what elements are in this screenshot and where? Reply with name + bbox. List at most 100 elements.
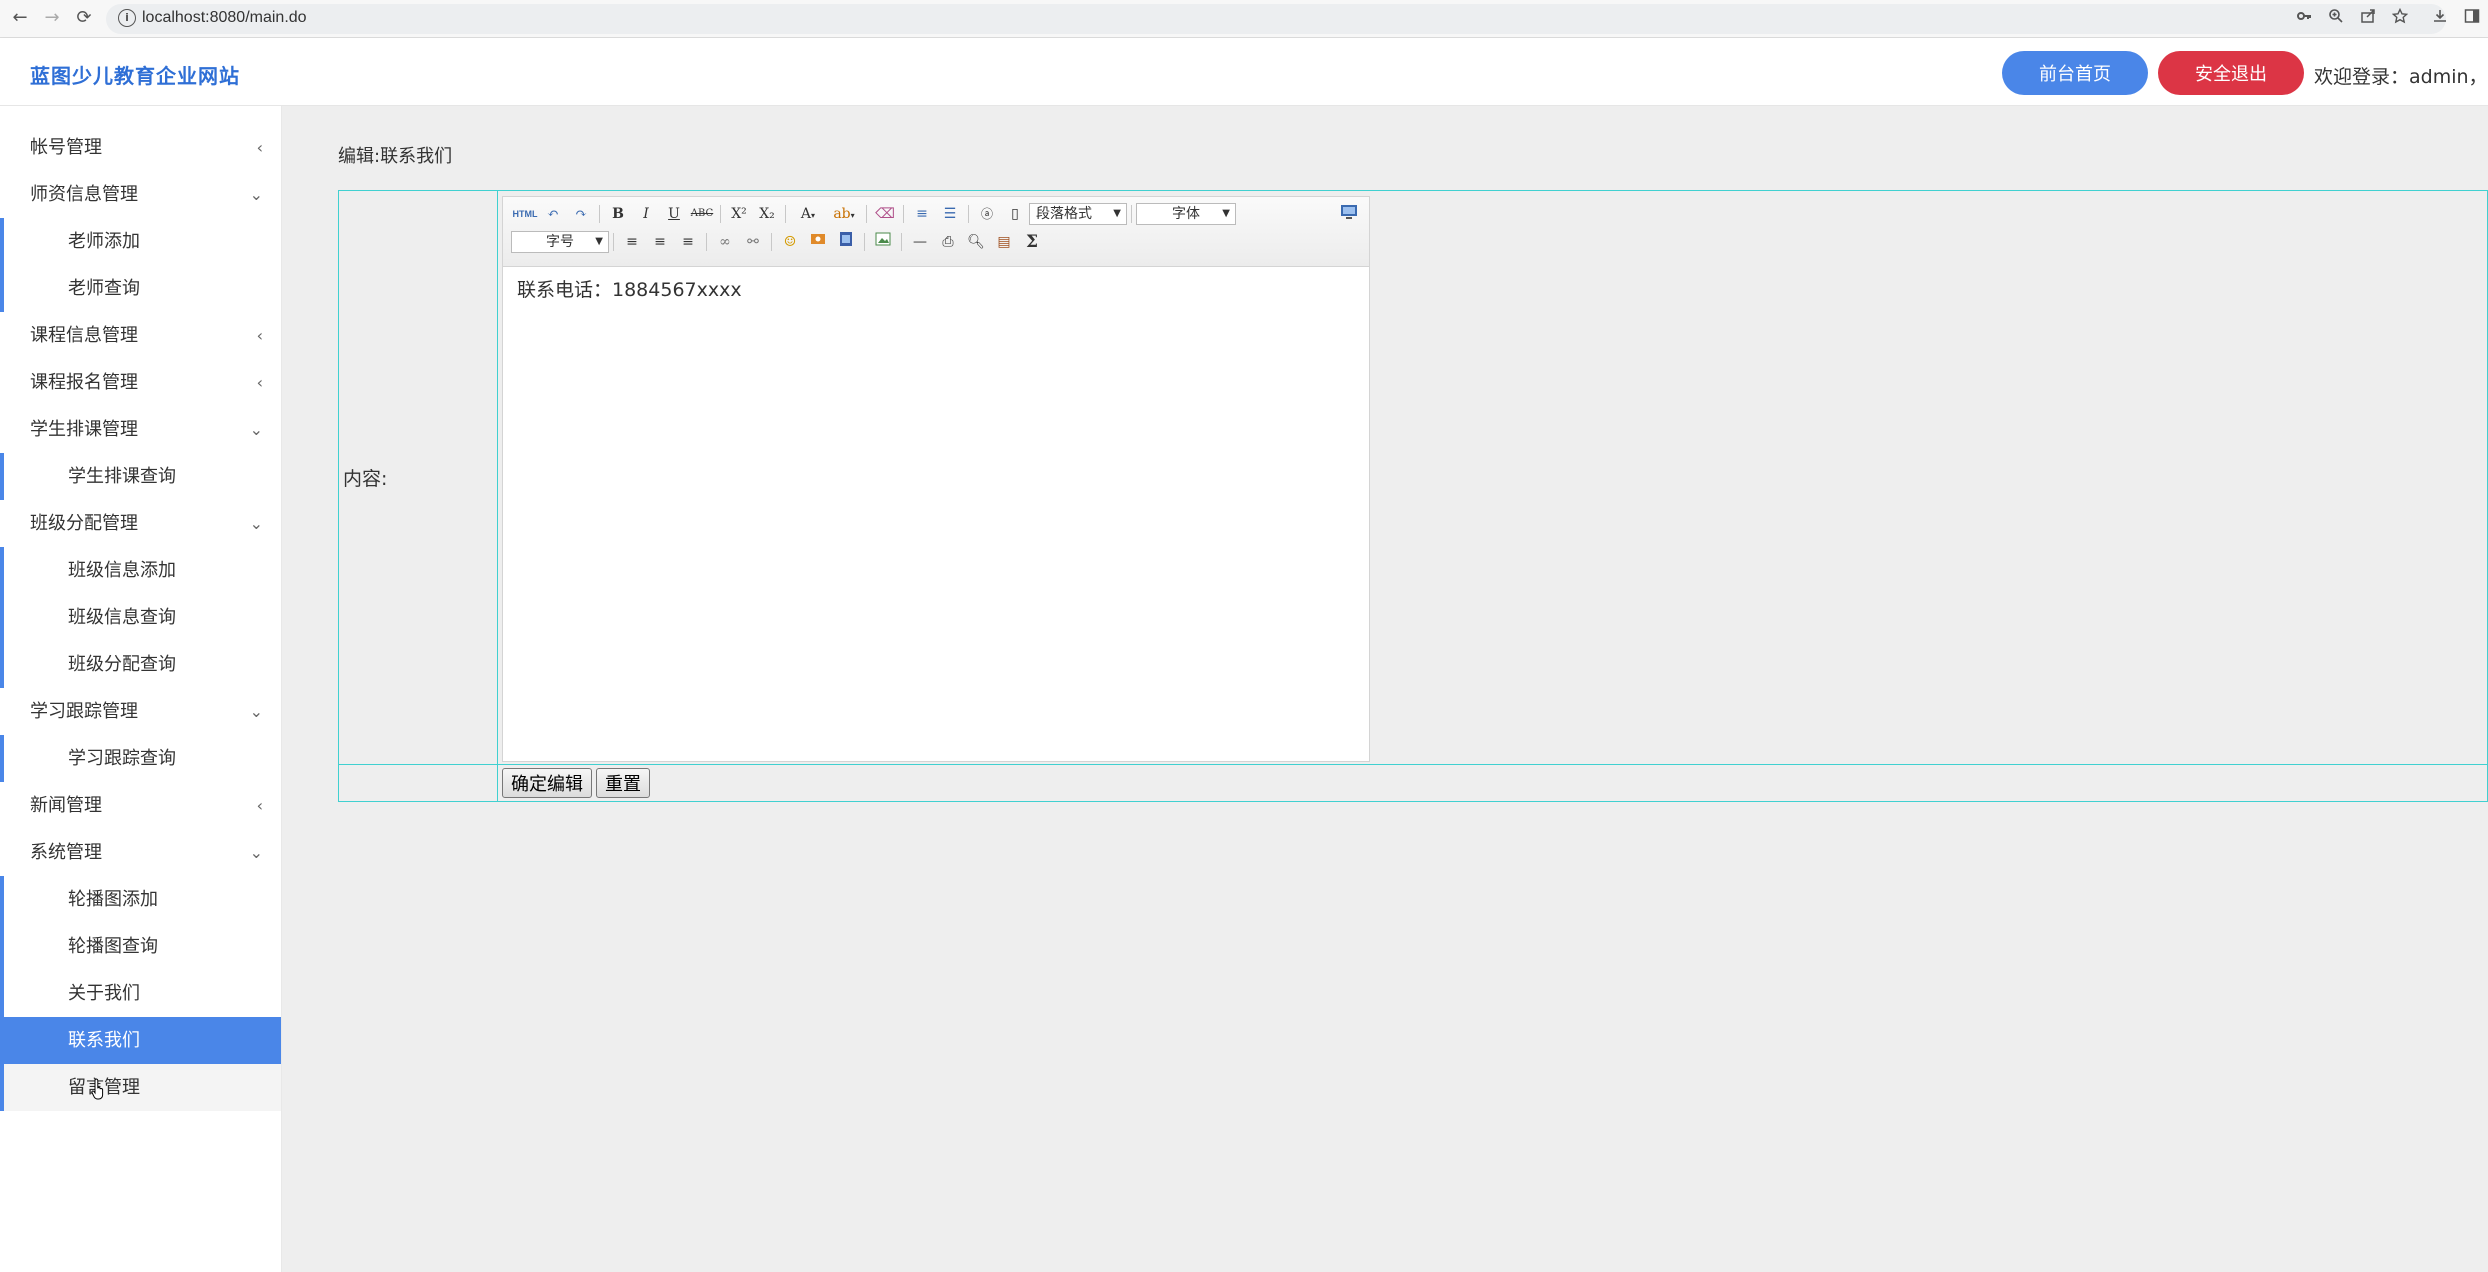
bookmark-star-icon[interactable]	[2388, 7, 2412, 31]
paragraph-format-label: 段落格式	[1036, 206, 1092, 222]
sidebar-item-scheduling[interactable]: 学生排课管理 ⌄	[0, 406, 281, 453]
emoticon-icon[interactable]: ☺	[776, 231, 804, 253]
key-icon[interactable]	[2292, 7, 2316, 31]
sidebar-item-label: 系统管理	[30, 842, 102, 863]
logout-button[interactable]: 安全退出	[2158, 51, 2304, 95]
editor-content[interactable]: 联系电话：1884567xxxx	[503, 267, 1369, 310]
formula-icon[interactable]: Σ	[1018, 231, 1046, 253]
sidebar-subitem-carousel-add[interactable]: 轮播图添加	[0, 876, 281, 923]
front-page-button[interactable]: 前台首页	[2002, 51, 2148, 95]
reset-button[interactable]: 重置	[596, 768, 650, 798]
anchor-icon[interactable]: ⓐ	[973, 203, 1001, 225]
align-right-icon[interactable]: ≡	[674, 231, 702, 253]
horizontal-rule-icon[interactable]: —	[906, 231, 934, 253]
breadcrumb: 编辑:联系我们	[338, 146, 453, 167]
forward-icon[interactable]: →	[40, 6, 64, 30]
chevron-down-icon: ⌄	[249, 514, 263, 533]
chevron-left-icon: ‹	[256, 796, 263, 815]
sidebar-item-teachers[interactable]: 师资信息管理 ⌄	[0, 171, 281, 218]
side-panel-icon[interactable]	[2460, 7, 2484, 31]
html-source-icon[interactable]: HTML	[511, 203, 539, 225]
align-center-icon[interactable]: ≡	[646, 231, 674, 253]
confirm-edit-button[interactable]: 确定编辑	[502, 768, 592, 798]
font-family-select[interactable]: 字体 ▼	[1136, 203, 1236, 225]
edit-form: 内容: HTML ↶ ↷ B I U ABC X² X₂ A▾ ab▾ ⌫ ≡ …	[338, 190, 2488, 802]
italic-icon[interactable]: I	[632, 203, 660, 225]
underline-icon[interactable]: U	[660, 203, 688, 225]
rich-text-editor: HTML ↶ ↷ B I U ABC X² X₂ A▾ ab▾ ⌫ ≡ ☰ ⓐ …	[502, 196, 1370, 762]
sidebar-item-account[interactable]: 帐号管理 ‹	[0, 124, 281, 171]
image-icon[interactable]	[804, 231, 832, 253]
reload-icon[interactable]: ⟳	[72, 6, 96, 30]
print-icon[interactable]: ⎙	[934, 231, 962, 253]
back-icon[interactable]: ←	[8, 6, 32, 30]
undo-icon[interactable]: ↶	[539, 203, 567, 225]
sidebar-subitem-class-query[interactable]: 班级信息查询	[0, 594, 281, 641]
site-info-icon[interactable]: i	[118, 9, 136, 27]
sidebar-subitem-class-add[interactable]: 班级信息添加	[0, 547, 281, 594]
superscript-icon[interactable]: X²	[725, 203, 753, 225]
chevron-down-icon: ⌄	[249, 185, 263, 204]
fullscreen-icon[interactable]	[1339, 203, 1359, 221]
sidebar-item-tracking[interactable]: 学习跟踪管理 ⌄	[0, 688, 281, 735]
site-brand[interactable]: 蓝图少儿教育企业网站	[30, 60, 240, 89]
sidebar-item-label: 学生排课管理	[30, 419, 138, 440]
sidebar-item-label: 帐号管理	[30, 137, 102, 158]
font-size-select[interactable]: 字号 ▼	[511, 231, 609, 253]
browser-toolbar: ← → ⟳ i localhost:8080/main.do	[0, 0, 2488, 38]
sidebar-item-news[interactable]: 新闻管理 ‹	[0, 782, 281, 829]
paste-icon[interactable]: ▤	[990, 231, 1018, 253]
chevron-left-icon: ‹	[256, 373, 263, 392]
sidebar-item-enrollment[interactable]: 课程报名管理 ‹	[0, 359, 281, 406]
site-header: 蓝图少儿教育企业网站 前台首页 安全退出 欢迎登录：admin，管	[0, 38, 2488, 106]
highlight-color-icon[interactable]: ab▾	[826, 203, 862, 225]
sidebar-subitem-teacher-query[interactable]: 老师查询	[0, 265, 281, 312]
caret-down-icon: ▼	[1113, 208, 1121, 219]
sidebar-subitem-contact-us[interactable]: 联系我们	[0, 1017, 281, 1064]
strikethrough-icon[interactable]: ABC	[688, 203, 716, 225]
preview-icon[interactable]: 🔍︎	[962, 231, 990, 253]
bold-icon[interactable]: B	[604, 203, 632, 225]
unlink-icon[interactable]: ⚯	[739, 231, 767, 253]
font-size-label: 字号	[546, 234, 574, 250]
chevron-down-icon: ⌄	[249, 420, 263, 439]
sidebar-subitem-messages[interactable]: 留言管理	[0, 1064, 281, 1111]
subscript-icon[interactable]: X₂	[753, 203, 781, 225]
unordered-list-icon[interactable]: ☰	[936, 203, 964, 225]
share-icon[interactable]	[2356, 7, 2380, 31]
sidebar-subitem-schedule-query[interactable]: 学生排课查询	[0, 453, 281, 500]
main-content: 编辑:联系我们 内容: HTML ↶ ↷ B I U ABC X² X₂ A▾ …	[282, 106, 2488, 1272]
sidebar-subitem-class-assign-query[interactable]: 班级分配查询	[0, 641, 281, 688]
sidebar-item-courses[interactable]: 课程信息管理 ‹	[0, 312, 281, 359]
sidebar-subitem-carousel-query[interactable]: 轮播图查询	[0, 923, 281, 970]
font-color-icon[interactable]: A▾	[790, 203, 826, 225]
sidebar-subitem-tracking-query[interactable]: 学习跟踪查询	[0, 735, 281, 782]
link-icon[interactable]: ∞	[711, 231, 739, 253]
font-family-label: 字体	[1172, 206, 1200, 222]
mouse-pointer-icon	[91, 1078, 104, 1100]
sidebar-item-system[interactable]: 系统管理 ⌄	[0, 829, 281, 876]
eraser-icon[interactable]: ⌫	[871, 203, 899, 225]
download-icon[interactable]	[2428, 7, 2452, 31]
paragraph-format-select[interactable]: 段落格式 ▼	[1029, 203, 1127, 225]
sidebar-item-label: 新闻管理	[30, 795, 102, 816]
video-icon[interactable]	[832, 231, 860, 253]
chevron-down-icon: ⌄	[249, 702, 263, 721]
url-text[interactable]: localhost:8080/main.do	[142, 9, 307, 27]
page-icon[interactable]: ▯	[1001, 203, 1029, 225]
sidebar-subitem-about-us[interactable]: 关于我们	[0, 970, 281, 1017]
address-bar[interactable]: i localhost:8080/main.do	[106, 4, 2446, 34]
editor-cell: HTML ↶ ↷ B I U ABC X² X₂ A▾ ab▾ ⌫ ≡ ☰ ⓐ …	[497, 190, 2488, 765]
sidebar-item-label: 学习跟踪管理	[30, 701, 138, 722]
ordered-list-icon[interactable]: ≡	[908, 203, 936, 225]
chevron-left-icon: ‹	[256, 326, 263, 345]
sidebar-subitem-teacher-add[interactable]: 老师添加	[0, 218, 281, 265]
zoom-icon[interactable]	[2324, 7, 2348, 31]
align-left-icon[interactable]: ≡	[618, 231, 646, 253]
sidebar-item-classes[interactable]: 班级分配管理 ⌄	[0, 500, 281, 547]
sidebar-item-label: 班级分配管理	[30, 513, 138, 534]
content-label: 内容:	[338, 190, 498, 765]
chevron-left-icon: ‹	[256, 138, 263, 157]
redo-icon[interactable]: ↷	[567, 203, 595, 225]
insert-image-icon[interactable]	[869, 231, 897, 253]
